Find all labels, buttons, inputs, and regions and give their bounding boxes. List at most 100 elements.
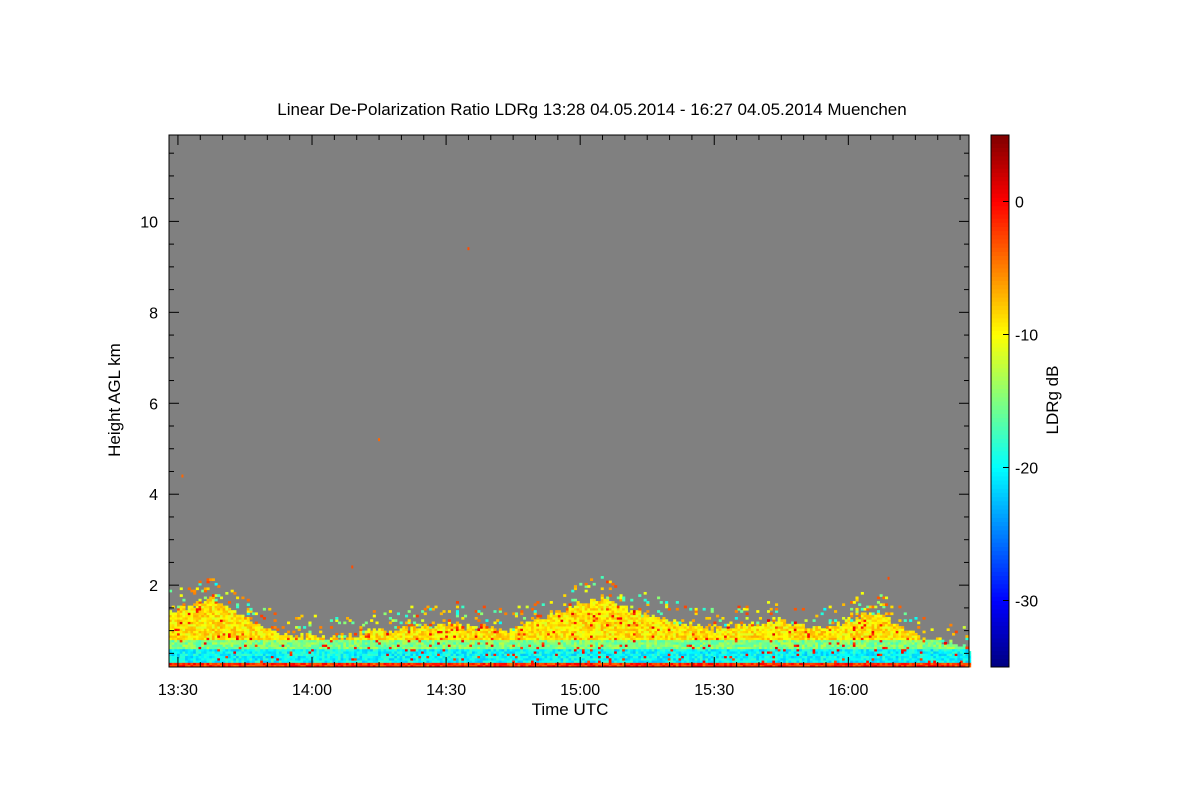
- heatmap-cell: [547, 632, 551, 636]
- heatmap-cell: [233, 621, 237, 625]
- heatmap-cell: [616, 607, 620, 611]
- heatmap-cell: [710, 626, 714, 629]
- heatmap-cell: [273, 632, 277, 636]
- heatmap-cell: [289, 641, 293, 645]
- heatmap-cell: [203, 655, 207, 659]
- heatmap-cell: [544, 653, 548, 657]
- heatmap-cell: [455, 637, 460, 641]
- heatmap-cell: [686, 644, 690, 647]
- heatmap-cell: [493, 660, 497, 663]
- heatmap-cell: [303, 648, 307, 652]
- heatmap-cell: [665, 635, 669, 638]
- heatmap-cell: [555, 628, 559, 632]
- heatmap-cell: [458, 635, 462, 638]
- heatmap-cell: [236, 655, 240, 659]
- heatmap-cell: [678, 626, 682, 629]
- heatmap-cell: [233, 660, 237, 663]
- heatmap-cell: [742, 646, 746, 650]
- heatmap-cell: [498, 635, 502, 638]
- heatmap-cell: [726, 623, 730, 627]
- heatmap-cell: [359, 628, 363, 632]
- heatmap-cell: [646, 635, 650, 638]
- heatmap-cell: [662, 626, 666, 629]
- heatmap-cell: [211, 628, 215, 632]
- heatmap-cell: [394, 660, 398, 663]
- heatmap-cell: [638, 607, 642, 611]
- heatmap-cell: [670, 662, 674, 666]
- heatmap-cell: [496, 660, 500, 663]
- heatmap-cell: [748, 623, 752, 627]
- heatmap-cell: [246, 660, 250, 663]
- heatmap-cell: [359, 632, 363, 636]
- heatmap-cell: [364, 641, 368, 645]
- heatmap-cell: [606, 657, 610, 661]
- heatmap-cell: [769, 626, 773, 629]
- heatmap-cell: [667, 646, 671, 650]
- heatmap-cell: [576, 653, 580, 657]
- heatmap-cell: [217, 603, 221, 607]
- heatmap-cell: [174, 651, 178, 654]
- heatmap-cell: [565, 632, 569, 636]
- heatmap-cell: [236, 621, 240, 625]
- heatmap-cell: [611, 646, 615, 650]
- heatmap-cell: [753, 651, 757, 654]
- heatmap-cell: [378, 657, 382, 661]
- heatmap-cell: [657, 651, 661, 654]
- heatmap-cell: [252, 635, 256, 638]
- heatmap-cell: [203, 601, 207, 604]
- heatmap-cell: [761, 641, 765, 645]
- heatmap-cell: [431, 641, 435, 645]
- heatmap-cell: [447, 639, 451, 643]
- heatmap-cell: [211, 605, 215, 609]
- heatmap-cell: [640, 641, 645, 645]
- heatmap-cell: [206, 644, 210, 647]
- heatmap-cell: [702, 644, 706, 647]
- heatmap-cell: [595, 601, 599, 604]
- heatmap-cell: [442, 610, 446, 613]
- heatmap-cell: [383, 646, 387, 650]
- heatmap-cell: [241, 641, 245, 645]
- heatmap-cell: [262, 607, 266, 611]
- heatmap-cell: [233, 641, 237, 645]
- heatmap-cell: [713, 623, 717, 627]
- heatmap-cell: [295, 635, 299, 638]
- heatmap-cell: [729, 630, 733, 634]
- heatmap-cell: [418, 651, 422, 654]
- heatmap-cell: [584, 653, 588, 657]
- heatmap-cell: [490, 630, 494, 634]
- heatmap-cell: [608, 635, 612, 638]
- heatmap-cell: [362, 648, 366, 652]
- heatmap-cell: [630, 610, 634, 613]
- heatmap-cell: [600, 637, 604, 641]
- heatmap-cell: [246, 635, 250, 638]
- heatmap-cell: [217, 632, 221, 636]
- heatmap-cell: [268, 641, 272, 645]
- heatmap-cell: [587, 603, 591, 607]
- heatmap-cell: [490, 635, 494, 638]
- heatmap-cell: [541, 657, 545, 661]
- heatmap-cell: [445, 644, 449, 647]
- heatmap-cell: [557, 648, 561, 652]
- heatmap-cell: [603, 626, 607, 629]
- heatmap-cell: [453, 644, 457, 647]
- heatmap-cell: [600, 648, 604, 652]
- heatmap-cell: [606, 610, 610, 613]
- heatmap-cell: [461, 657, 465, 661]
- heatmap-cell: [764, 637, 768, 641]
- heatmap-cell: [549, 614, 553, 618]
- heatmap-cell: [777, 630, 781, 634]
- heatmap-cell: [611, 621, 615, 625]
- heatmap-cell: [214, 632, 218, 636]
- heatmap-cell: [297, 662, 301, 666]
- heatmap-cell: [217, 612, 221, 616]
- heatmap-cell: [348, 641, 352, 645]
- heatmap-cell: [388, 610, 392, 613]
- heatmap-cell: [472, 646, 476, 650]
- heatmap-cell: [549, 660, 553, 663]
- heatmap-cell: [171, 639, 175, 643]
- heatmap-cell: [254, 630, 258, 634]
- heatmap-cell: [673, 639, 677, 643]
- heatmap-cell: [627, 632, 631, 636]
- heatmap-cell: [313, 635, 317, 638]
- heatmap-cell: [785, 651, 789, 654]
